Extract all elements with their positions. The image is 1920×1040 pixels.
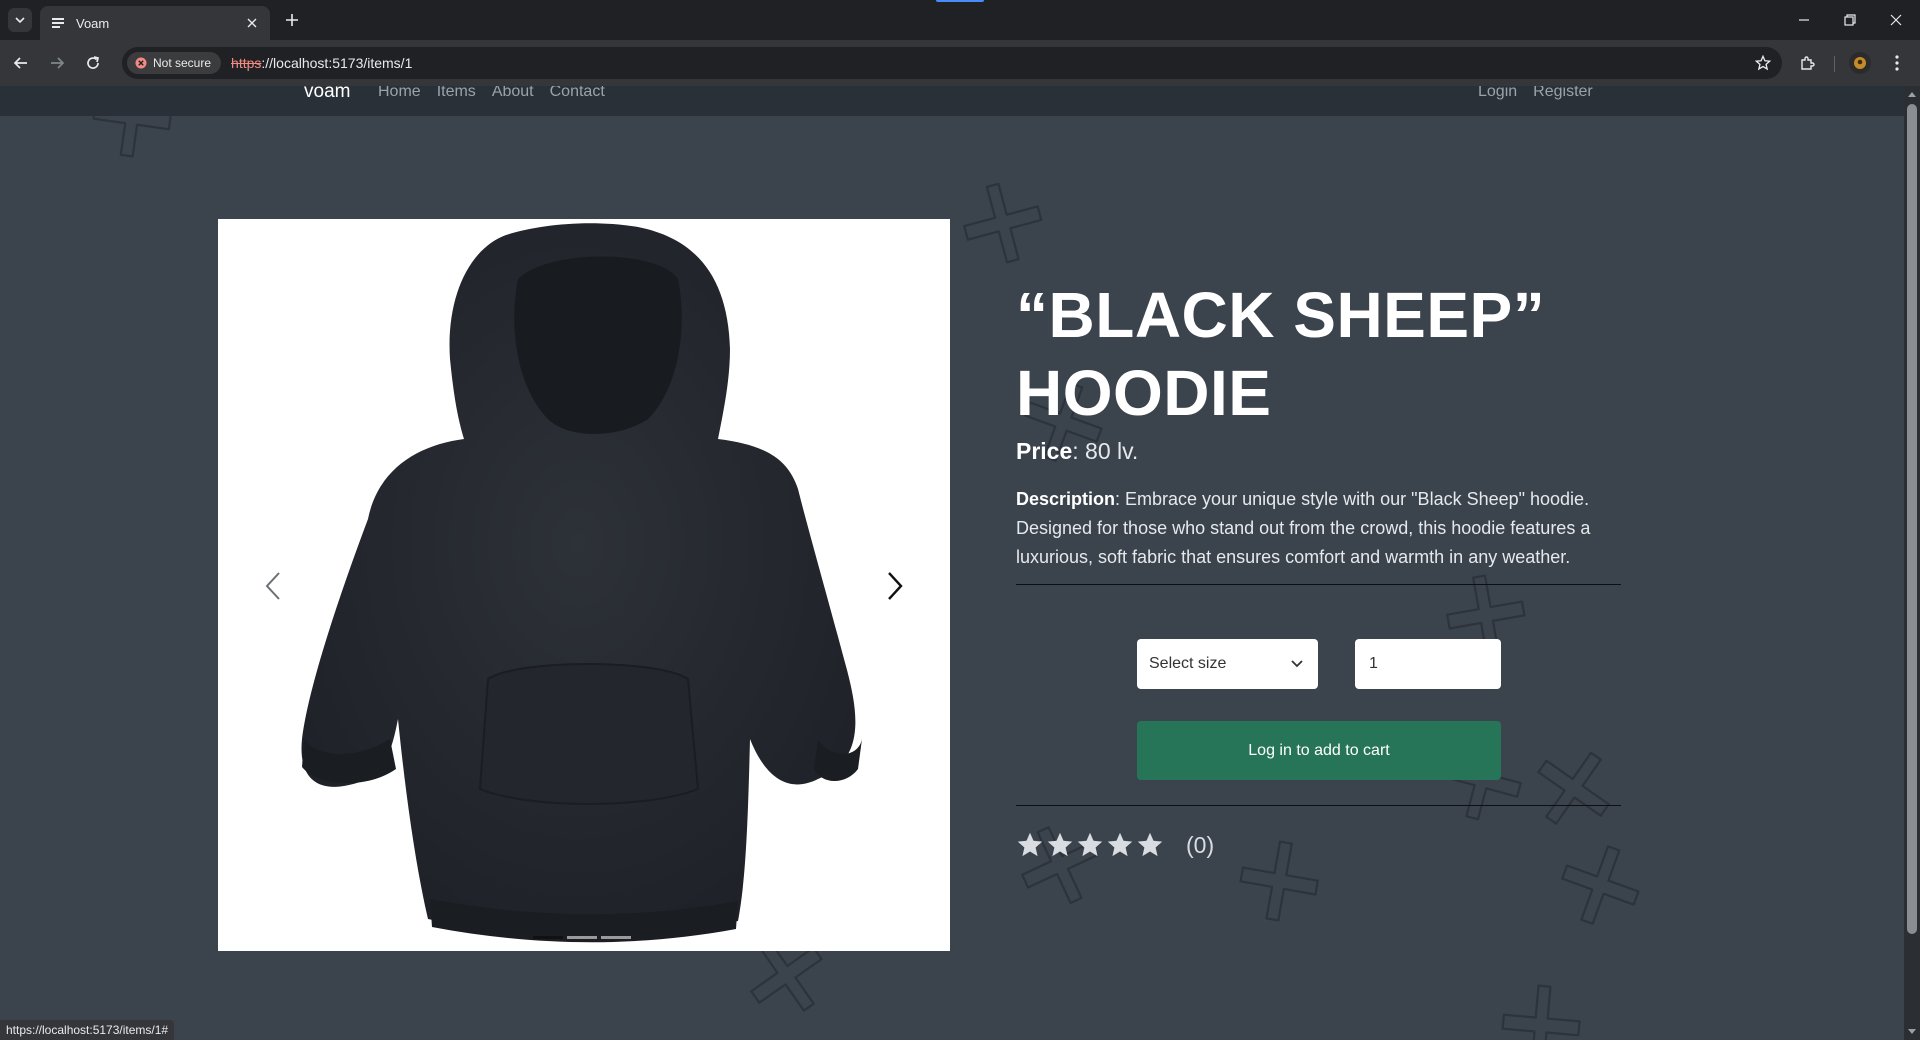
nav-links: Home Items About Contact xyxy=(378,86,605,101)
nav-link-home[interactable]: Home xyxy=(378,86,421,101)
profile-avatar-icon[interactable] xyxy=(1849,52,1871,74)
chevron-right-icon xyxy=(888,572,903,600)
forward-arrow-icon[interactable] xyxy=(46,52,68,74)
star-icon[interactable] xyxy=(1106,831,1134,859)
reload-icon[interactable] xyxy=(82,52,104,74)
auth-links: Login Register xyxy=(1478,86,1593,101)
extensions-puzzle-icon[interactable] xyxy=(1796,52,1818,74)
tab-search-button[interactable] xyxy=(8,8,32,32)
bookmark-star-icon[interactable] xyxy=(1752,52,1774,74)
browser-toolbar: Not secure https://localhost:5173/items/… xyxy=(0,40,1920,86)
carousel-indicator[interactable] xyxy=(601,936,631,939)
rating-stars xyxy=(1016,831,1164,859)
browser-tab[interactable]: Voam xyxy=(40,6,270,40)
rating-count: (0) xyxy=(1186,831,1215,858)
star-icon[interactable] xyxy=(1046,831,1074,859)
product-title-line-1: “BLACK SHEEP” xyxy=(1016,279,1546,351)
tab-title: Voam xyxy=(76,15,110,31)
url-text[interactable]: https://localhost:5173/items/1 xyxy=(231,55,412,71)
carousel-next-button[interactable] xyxy=(880,571,910,601)
site-favicon-icon xyxy=(50,15,66,31)
link-status-bubble: https://localhost:5173/items/1# xyxy=(0,1020,175,1040)
carousel-prev-button[interactable] xyxy=(258,571,288,601)
nav-link-about[interactable]: About xyxy=(492,86,534,101)
size-select-value: Select size xyxy=(1149,655,1227,672)
browser-tab-bar: Voam xyxy=(0,0,1920,40)
carousel-indicator[interactable] xyxy=(567,936,597,939)
divider xyxy=(1016,805,1621,806)
close-tab-icon[interactable] xyxy=(244,15,260,31)
restore-icon[interactable] xyxy=(1838,8,1862,32)
product-rating: (0) xyxy=(1016,831,1214,859)
minimize-icon[interactable] xyxy=(1792,8,1816,32)
back-arrow-icon[interactable] xyxy=(10,52,32,74)
new-tab-plus-icon[interactable] xyxy=(282,10,302,30)
product-title-line-2: HOODIE xyxy=(1016,357,1272,429)
active-indicator xyxy=(936,0,984,2)
product-image-carousel xyxy=(218,219,950,951)
chevron-left-icon xyxy=(265,572,280,600)
url-scheme: https xyxy=(231,55,262,71)
site-navbar: voam Home Items About Contact Login Regi… xyxy=(0,86,1904,116)
chevron-down-icon xyxy=(1291,660,1303,668)
description-label: Description xyxy=(1016,489,1116,509)
scroll-down-arrow-icon[interactable] xyxy=(1908,1029,1916,1034)
quantity-input[interactable]: 1 xyxy=(1355,639,1501,689)
product-title: “BLACK SHEEP” HOODIE xyxy=(1016,276,1621,432)
size-select[interactable]: Select size xyxy=(1137,639,1318,689)
nav-link-register[interactable]: Register xyxy=(1533,86,1593,101)
close-window-icon[interactable] xyxy=(1884,8,1908,32)
product-details: “BLACK SHEEP” HOODIE Price: 80 lv. Descr… xyxy=(1016,276,1621,585)
page-viewport: voam Home Items About Contact Login Regi… xyxy=(0,86,1904,1040)
page-scrollbar[interactable] xyxy=(1904,86,1920,1040)
address-bar[interactable]: Not secure https://localhost:5173/items/… xyxy=(122,47,1782,79)
warning-icon xyxy=(135,57,147,69)
price-value: : 80 lv. xyxy=(1072,438,1139,464)
product-description: Description: Embrace your unique style w… xyxy=(1016,485,1621,572)
price-label: Price xyxy=(1016,438,1073,464)
divider xyxy=(1016,584,1621,585)
chevron-down-icon xyxy=(15,17,25,24)
nav-link-login[interactable]: Login xyxy=(1478,86,1517,101)
kebab-menu-icon[interactable] xyxy=(1886,52,1908,74)
nav-link-items[interactable]: Items xyxy=(437,86,476,101)
scrollbar-thumb[interactable] xyxy=(1907,104,1917,934)
star-icon[interactable] xyxy=(1136,831,1164,859)
security-label: Not secure xyxy=(153,56,212,70)
url-path: ://localhost:5173/items/1 xyxy=(261,55,413,71)
scroll-up-arrow-icon[interactable] xyxy=(1908,92,1916,97)
login-to-add-to-cart-button[interactable]: Log in to add to cart xyxy=(1137,721,1501,780)
star-icon[interactable] xyxy=(1016,831,1044,859)
nav-link-contact[interactable]: Contact xyxy=(550,86,605,101)
quantity-value: 1 xyxy=(1369,655,1378,672)
star-icon[interactable] xyxy=(1076,831,1104,859)
carousel-indicators xyxy=(533,936,631,939)
carousel-indicator[interactable] xyxy=(533,936,563,939)
site-brand[interactable]: voam xyxy=(304,86,350,103)
toolbar-separator xyxy=(1834,56,1835,72)
hoodie-image xyxy=(301,223,862,943)
security-chip[interactable]: Not secure xyxy=(127,52,222,74)
product-price: Price: 80 lv. xyxy=(1016,438,1621,465)
